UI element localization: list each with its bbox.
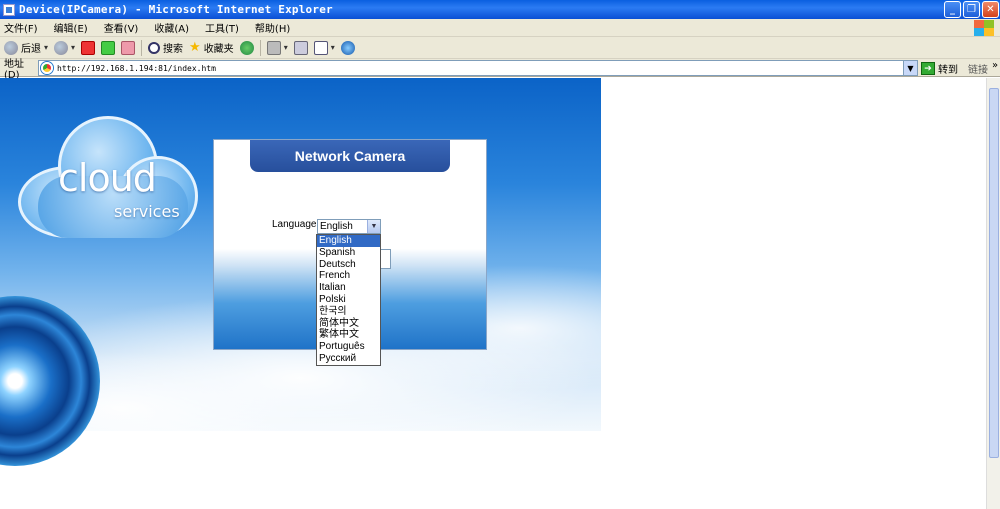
chevron-down-icon: ▾	[44, 43, 49, 52]
refresh-icon	[101, 40, 116, 55]
vertical-scrollbar[interactable]	[986, 78, 1000, 509]
go-button[interactable]: ➔ 转到	[921, 61, 958, 76]
print-icon	[293, 40, 308, 55]
edit-document-icon	[313, 40, 328, 55]
refresh-button[interactable]	[101, 39, 116, 57]
page-favicon-icon	[41, 62, 53, 74]
address-bar: 地址(D) http://192.168.1.194:81/index.htm …	[0, 59, 1000, 81]
language-option[interactable]: English	[317, 235, 380, 247]
language-option[interactable]: 繁体中文	[317, 329, 380, 341]
more-chevron-icon[interactable]: »	[992, 60, 998, 71]
chevron-down-icon[interactable]: ▼	[367, 220, 380, 233]
ie-window-icon	[3, 3, 15, 16]
window-title: Device(IPCamera) - Microsoft Internet Ex…	[19, 3, 333, 16]
language-option[interactable]: Deutsch	[317, 259, 380, 271]
go-arrow-icon: ➔	[921, 62, 935, 75]
language-option[interactable]: 한국의	[317, 306, 380, 318]
menu-edit[interactable]: 编辑(E)	[54, 20, 88, 35]
toolbar-divider	[141, 39, 143, 56]
mail-button[interactable]: ▾	[266, 39, 288, 57]
favorites-label: 收藏夹	[203, 44, 234, 55]
star-icon: ★	[189, 39, 201, 55]
cloud-services-logo: cloud services	[18, 116, 200, 241]
links-button[interactable]: 链接	[968, 61, 988, 76]
language-label: Language	[272, 219, 317, 230]
camera-lens-graphic	[0, 296, 100, 466]
print-button[interactable]	[293, 39, 308, 57]
language-option[interactable]: Português	[317, 341, 380, 353]
menu-help[interactable]: 帮助(H)	[255, 20, 290, 35]
messenger-button[interactable]	[340, 39, 355, 57]
windows-logo-icon	[974, 20, 994, 36]
language-option[interactable]: Русский	[317, 353, 380, 365]
stop-icon	[81, 40, 96, 55]
menu-favorites[interactable]: 收藏(A)	[154, 20, 189, 35]
language-option[interactable]: Spanish	[317, 247, 380, 259]
logo-text: cloud	[58, 156, 157, 200]
menu-bar: 文件(F) 编辑(E) 查看(V) 收藏(A) 工具(T) 帮助(H)	[0, 19, 1000, 37]
language-dropdown-list[interactable]: English Spanish Deutsch French Italian P…	[316, 234, 381, 366]
toolbar: 后退 ▾ ▾ 搜索 ★ 收藏夹 ▾ ▾	[0, 37, 1000, 59]
restore-button[interactable]: ❐	[963, 1, 980, 18]
history-icon	[239, 40, 254, 55]
scrollbar-thumb[interactable]	[989, 88, 999, 458]
home-icon	[121, 40, 136, 55]
language-option[interactable]: 简体中文	[317, 318, 380, 330]
search-icon	[148, 41, 161, 54]
hero-background: cloud services Network Camera Language E…	[0, 78, 601, 466]
language-option[interactable]: French	[317, 270, 380, 282]
chevron-down-icon[interactable]: ▼	[903, 61, 917, 75]
back-label: 后退	[21, 44, 41, 55]
forward-button[interactable]: ▾	[54, 39, 75, 57]
address-input[interactable]: http://192.168.1.194:81/index.htm ▼	[38, 60, 918, 76]
back-arrow-icon	[4, 40, 18, 55]
chevron-down-icon: ▾	[330, 43, 335, 52]
language-select-value: English	[320, 221, 353, 232]
forward-arrow-icon	[54, 40, 69, 55]
menu-tools[interactable]: 工具(T)	[205, 20, 239, 35]
edit-button[interactable]: ▾	[313, 39, 335, 57]
messenger-icon	[340, 40, 355, 55]
menu-file[interactable]: 文件(F)	[4, 20, 38, 35]
title-bar: Device(IPCamera) - Microsoft Internet Ex…	[0, 0, 1000, 19]
language-option[interactable]: Italian	[317, 282, 380, 294]
address-url[interactable]: http://192.168.1.194:81/index.htm	[57, 64, 216, 73]
history-button[interactable]	[239, 39, 254, 57]
go-label: 转到	[938, 65, 958, 76]
close-button[interactable]: ✕	[982, 1, 999, 18]
language-option[interactable]: Polski	[317, 294, 380, 306]
stop-button[interactable]	[81, 39, 96, 57]
search-label: 搜索	[163, 44, 184, 55]
language-select[interactable]: English ▼	[317, 219, 381, 234]
toolbar-divider	[259, 39, 261, 56]
logo-subtext: services	[114, 202, 180, 221]
window-controls: _ ❐ ✕	[944, 1, 999, 18]
minimize-button[interactable]: _	[944, 1, 961, 18]
page-content: cloud services Network Camera Language E…	[0, 78, 986, 509]
menu-view[interactable]: 查看(V)	[104, 20, 139, 35]
home-button[interactable]	[121, 39, 136, 57]
chevron-down-icon: ▾	[71, 43, 76, 52]
address-label: 地址(D)	[4, 58, 24, 81]
chevron-down-icon: ▾	[283, 43, 288, 52]
favorites-button[interactable]: ★ 收藏夹	[189, 39, 234, 57]
mail-icon	[266, 40, 281, 55]
search-button[interactable]: 搜索	[148, 39, 183, 57]
panel-title: Network Camera	[250, 140, 450, 172]
